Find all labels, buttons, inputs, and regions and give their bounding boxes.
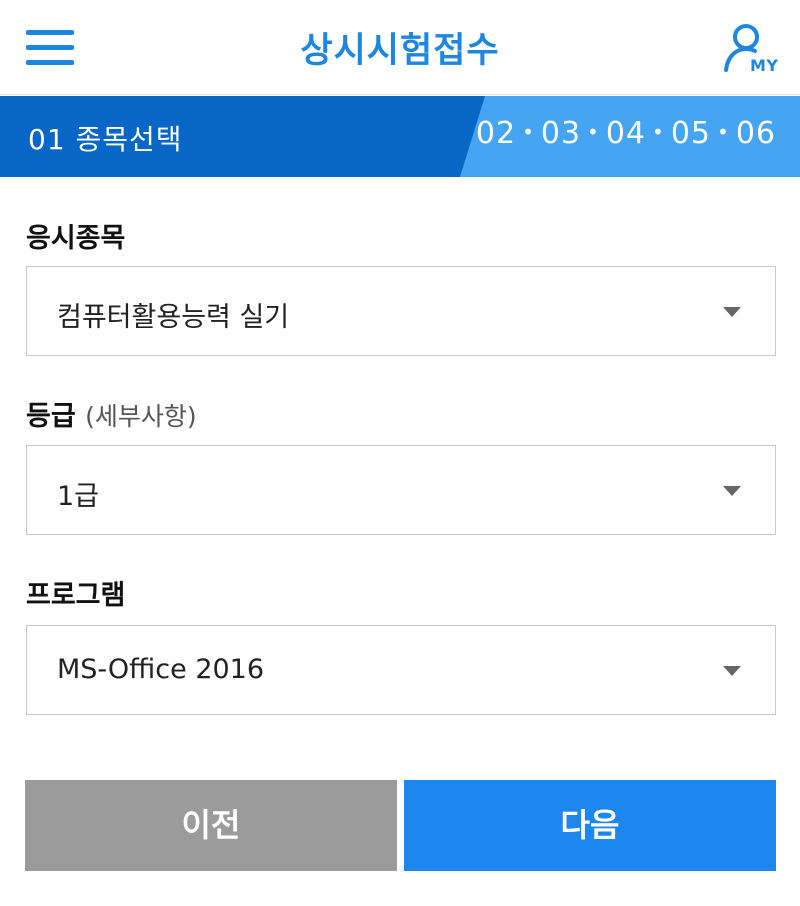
step-number: 02 xyxy=(475,116,517,151)
step-separator: • xyxy=(652,120,665,144)
grade-label-text: 등급 xyxy=(26,401,76,432)
app-header: 상시시험접수 MY xyxy=(0,0,800,95)
step-separator: • xyxy=(522,120,535,144)
program-value: MS-Office 2016 xyxy=(57,654,265,685)
step-separator: • xyxy=(587,120,600,144)
chevron-down-icon xyxy=(723,486,741,496)
step-number: 05 xyxy=(670,116,712,151)
remaining-steps: 02 • 03 • 04 • 05 • 06 xyxy=(476,116,776,151)
my-page-button[interactable]: MY xyxy=(722,20,782,76)
chevron-down-icon xyxy=(723,666,741,676)
step-separator: • xyxy=(717,120,730,144)
grade-select[interactable]: 1급 xyxy=(26,445,776,535)
grade-label: 등급 (세부사항) xyxy=(26,394,197,433)
grade-value: 1급 xyxy=(57,481,100,512)
step-progress-bar: 01 종목선택 02 • 03 • 04 • 05 • 06 xyxy=(0,96,800,177)
program-label: 프로그램 xyxy=(26,580,126,611)
page-title: 상시시험접수 xyxy=(300,31,500,71)
grade-label-sub: (세부사항) xyxy=(85,402,197,431)
program-select[interactable]: MS-Office 2016 xyxy=(26,625,776,715)
step-number: 03 xyxy=(540,116,582,151)
my-label: MY xyxy=(750,56,779,75)
chevron-down-icon xyxy=(723,307,741,317)
prev-button[interactable]: 이전 xyxy=(25,780,397,871)
current-step-label: 01 종목선택 xyxy=(28,123,183,156)
next-button[interactable]: 다음 xyxy=(404,780,776,871)
step-number: 06 xyxy=(735,116,776,151)
subject-select[interactable]: 컴퓨터활용능력 실기 xyxy=(26,266,776,356)
subject-value: 컴퓨터활용능력 실기 xyxy=(57,302,290,333)
subject-label: 응시종목 xyxy=(26,223,126,254)
step-number: 04 xyxy=(605,116,647,151)
